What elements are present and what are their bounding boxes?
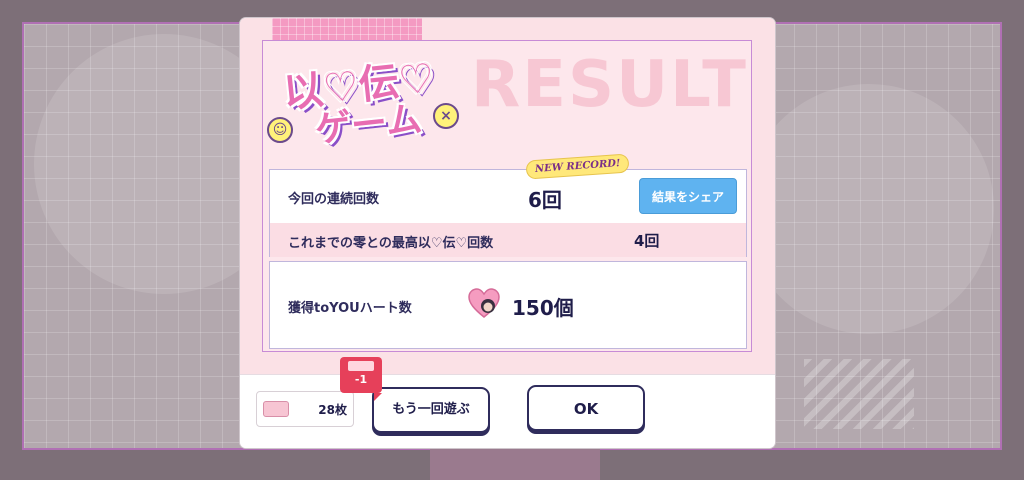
background-stripes (804, 359, 914, 429)
ticket-cost: -1 (354, 373, 368, 386)
inner-frame: RESULT 以♡伝♡ ゲーム ☺ × 今回の連続回数 6回 NEW RECOR… (262, 40, 752, 352)
current-streak-value: 6回 (528, 188, 562, 212)
ticket-cost-badge: -1 (340, 357, 382, 401)
hearts-value: 150個 (512, 296, 574, 320)
smiley-icon: ☺ (267, 117, 293, 143)
current-streak-row: 今回の連続回数 6回 NEW RECORD! 結果をシェア (270, 153, 746, 223)
stats-card: 今回の連続回数 6回 NEW RECORD! 結果をシェア これまでの零との最高… (269, 153, 747, 257)
result-panel: RESULT 以♡伝♡ ゲーム ☺ × 今回の連続回数 6回 NEW RECOR… (240, 18, 775, 374)
dizzy-face-icon: × (433, 103, 459, 129)
result-watermark: RESULT (471, 48, 748, 122)
dialog-footer: 28枚 もう一回遊ぶ -1 OK (240, 357, 775, 448)
share-result-button[interactable]: 結果をシェア (639, 178, 737, 214)
ticket-counter: 28枚 (256, 391, 354, 427)
decorative-tab (272, 18, 422, 40)
ticket-count: 28枚 (318, 403, 347, 417)
background-blob (744, 84, 994, 334)
ticket-icon (263, 401, 289, 417)
hearts-label: 獲得toYOUハート数 (288, 301, 412, 316)
current-streak-label: 今回の連続回数 (288, 192, 380, 207)
game-logo: 以♡伝♡ ゲーム (281, 55, 440, 152)
heart-avatar-icon (468, 288, 500, 318)
play-again-label: もう一回遊ぶ (392, 402, 470, 417)
best-record-row: これまでの零との最高以♡伝♡回数 4回 (270, 223, 746, 257)
new-record-badge: NEW RECORD! (525, 153, 630, 180)
ok-label: OK (573, 400, 599, 418)
best-record-label: これまでの零との最高以♡伝♡回数 (288, 236, 494, 251)
hearts-card: 獲得toYOUハート数 150個 (269, 261, 747, 349)
result-dialog: RESULT 以♡伝♡ ゲーム ☺ × 今回の連続回数 6回 NEW RECOR… (240, 18, 775, 448)
best-record-value: 4回 (634, 232, 660, 250)
play-again-button[interactable]: もう一回遊ぶ (372, 387, 490, 433)
ok-button[interactable]: OK (527, 385, 645, 431)
ticket-mini-icon (348, 361, 374, 371)
